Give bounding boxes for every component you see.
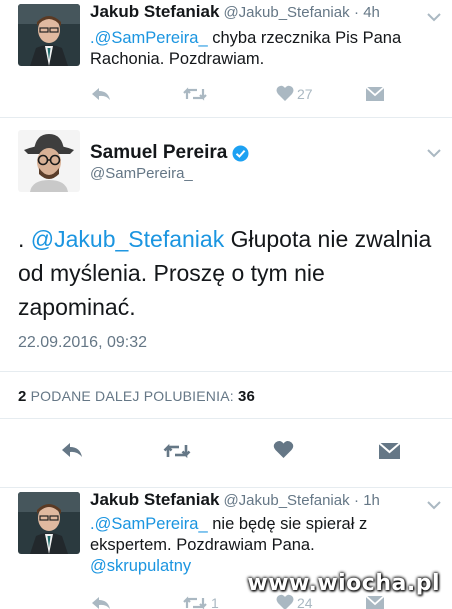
retweet-button[interactable] xyxy=(182,86,208,102)
reply-icon xyxy=(62,443,82,457)
tweet-text: .@SamPereira_ nie będę sie spierał z eks… xyxy=(90,514,440,577)
divider xyxy=(0,418,452,419)
tweet-text: . @Jakub_Stefaniak Głupota nie zwalnia o… xyxy=(18,222,448,324)
like-count: 24 xyxy=(297,594,313,609)
mention-link[interactable]: @skrupulatny xyxy=(90,557,191,575)
reply-button[interactable] xyxy=(90,595,112,609)
text-prefix: . xyxy=(18,226,31,252)
engagement-stats: 2 PODANE DALEJ POLUBIENIA: 36 xyxy=(18,388,255,405)
likes-count[interactable]: 36 xyxy=(238,388,255,405)
tweet-time[interactable]: · 4h xyxy=(354,4,380,21)
message-button[interactable] xyxy=(365,86,385,102)
like-button[interactable]: 24 xyxy=(276,594,313,609)
tweet-header: Jakub Stefaniak @Jakub_Stefaniak · 1h xyxy=(90,490,380,510)
mention-link[interactable]: .@SamPereira_ xyxy=(90,29,208,47)
divider xyxy=(0,371,452,372)
retweet-button[interactable]: 1 xyxy=(182,595,219,609)
mention-link[interactable]: .@SamPereira_ xyxy=(90,515,208,533)
message-icon xyxy=(365,86,385,101)
like-count: 27 xyxy=(297,85,313,102)
reply-button[interactable] xyxy=(60,441,84,459)
retweet-icon xyxy=(183,596,207,609)
heart-icon xyxy=(276,594,294,609)
author-name-row: Samuel Pereira xyxy=(90,142,249,164)
author-name[interactable]: Jakub Stefaniak xyxy=(90,490,219,509)
tweet-text-line2: ekspertem. Pozdrawiam Pana. xyxy=(90,536,315,554)
message-button[interactable] xyxy=(378,442,401,460)
message-icon xyxy=(365,595,385,609)
like-button[interactable] xyxy=(273,440,294,459)
avatar[interactable] xyxy=(18,4,80,66)
tweet-header: Jakub Stefaniak @Jakub_Stefaniak · 4h xyxy=(90,2,380,22)
chevron-down-icon[interactable] xyxy=(426,147,442,159)
author-handle[interactable]: @Jakub_Stefaniak xyxy=(223,492,349,509)
retweet-count[interactable]: 2 xyxy=(18,388,27,405)
author-name[interactable]: Jakub Stefaniak xyxy=(90,2,219,21)
chevron-down-icon[interactable] xyxy=(426,11,442,23)
reply-tweet-top[interactable]: Jakub Stefaniak @Jakub_Stefaniak · 4h .@S… xyxy=(0,0,452,118)
avatar[interactable] xyxy=(18,130,80,192)
retweet-icon xyxy=(183,87,207,101)
tweet-time[interactable]: · 1h xyxy=(354,492,380,509)
tweet-date[interactable]: 22.09.2016, 09:32 xyxy=(18,334,147,352)
message-icon xyxy=(378,442,401,459)
retweet-button[interactable] xyxy=(162,442,192,460)
tweet-text: .@SamPereira_ chyba rzecznika Pis Pana R… xyxy=(90,28,440,70)
reply-icon xyxy=(92,597,110,609)
author-name[interactable]: Samuel Pereira xyxy=(90,142,227,164)
watermark: www.wiocha.pl xyxy=(247,571,440,596)
likes-label[interactable]: POLUBIENIA: xyxy=(144,388,238,404)
like-button[interactable]: 27 xyxy=(276,85,313,102)
tweet-text-line1: nie będę sie spierał z xyxy=(207,515,368,533)
chevron-down-icon[interactable] xyxy=(426,499,442,511)
heart-icon xyxy=(276,85,294,101)
mention-link[interactable]: @Jakub_Stefaniak xyxy=(31,226,224,252)
retweet-label[interactable]: PODANE DALEJ xyxy=(27,388,144,404)
retweet-icon xyxy=(163,443,191,459)
avatar[interactable] xyxy=(18,492,80,554)
reply-button[interactable] xyxy=(90,86,112,102)
reply-icon xyxy=(92,88,110,100)
retweet-count: 1 xyxy=(211,595,219,609)
heart-icon xyxy=(273,440,294,458)
tweet-text-line2: Rachonia. Pozdrawiam. xyxy=(90,50,265,68)
message-button[interactable] xyxy=(365,595,385,609)
tweet-text-line1: chyba rzecznika Pis Pana xyxy=(207,29,402,47)
author-handle[interactable]: @SamPereira_ xyxy=(90,165,193,182)
author-handle[interactable]: @Jakub_Stefaniak xyxy=(223,4,349,21)
verified-badge-icon xyxy=(232,145,249,161)
